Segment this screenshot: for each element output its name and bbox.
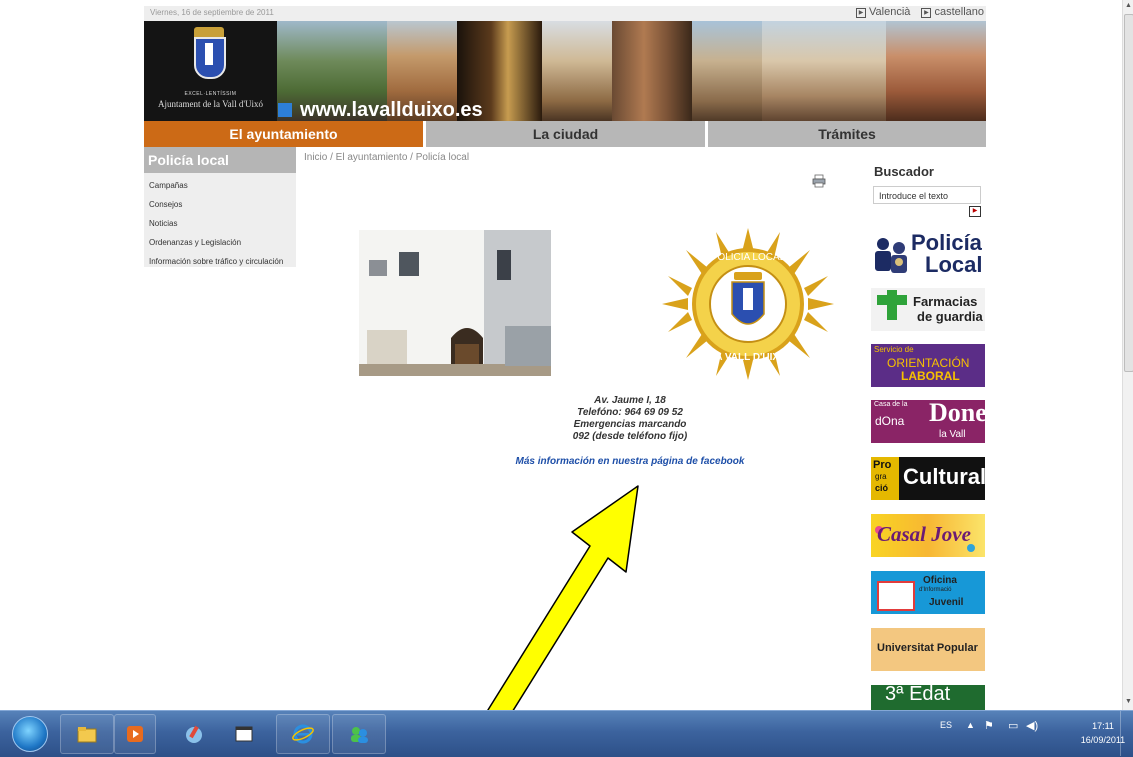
search-input[interactable]: Introduce el texto (873, 186, 981, 204)
banner-photo-square (762, 21, 886, 121)
tower-icon (205, 43, 213, 65)
banner-photo-facade (886, 21, 986, 121)
paint-icon (186, 725, 202, 743)
blue-square-icon (278, 103, 292, 117)
annotation-arrow (477, 485, 639, 739)
play-arrow-icon: ▶ (921, 8, 932, 18)
crown-icon (194, 27, 224, 37)
folder-icon (77, 727, 97, 743)
ad-farmacias[interactable]: Farmacias de guardia (871, 288, 985, 331)
lang-valencian-link[interactable]: Valencià (869, 6, 910, 18)
nav-tab-ciudad[interactable]: La ciudad (426, 121, 705, 147)
police-officers-icon (875, 238, 907, 273)
play-arrow-icon: ▶ (856, 8, 866, 18)
police-station-photo (359, 230, 551, 376)
action-center-icon[interactable]: ⚑ (984, 719, 994, 732)
emergency-text-2: 092 (desde teléfono fijo) (572, 431, 688, 442)
internet-explorer-icon (292, 724, 314, 744)
ad-casal-jove[interactable]: Casal Jove (871, 514, 985, 557)
ad-policia-local[interactable]: Policía Local (871, 232, 985, 275)
windows-taskbar (0, 710, 1133, 757)
left-sidebar: Policía local Campañas Consejos Noticias… (144, 147, 296, 267)
house-icon (877, 581, 915, 611)
media-player-icon (127, 726, 143, 742)
banner-photo-church (542, 21, 612, 121)
top-bar: Viernes, 16 de septiembre de 2011 ▶ Valen… (144, 6, 986, 21)
badge-top-text: POLICIA LOCAL (711, 252, 786, 263)
crest-caption: Ajuntament de la Vall d'Uixó (158, 99, 263, 109)
section-title: Policía local (144, 147, 296, 173)
ad-orientacion-laboral[interactable]: Servicio de ORIENTACIÓN LABORAL (871, 344, 985, 387)
start-button-icon[interactable] (12, 716, 48, 752)
show-hidden-icons-icon[interactable]: ▲ (966, 720, 975, 730)
emergency-text-1: Emergencias marcando (573, 419, 687, 430)
taskbar-ie-button[interactable] (276, 714, 330, 754)
current-date: Viernes, 16 de septiembre de 2011 (150, 8, 274, 17)
sidebar-item-consejos[interactable]: Consejos (149, 200, 182, 209)
sidebar-item-trafico[interactable]: Información sobre tráfico y circulación (149, 257, 283, 266)
breadcrumb[interactable]: Inicio / El ayuntamiento / Policía local (304, 152, 469, 163)
input-language[interactable]: ES (940, 720, 952, 730)
search-submit-icon[interactable]: ▶ (969, 206, 981, 217)
facebook-link[interactable]: Más información en nuestra página de fac… (470, 456, 790, 467)
crest-caption-top: EXCEL·LENTÍSSIM (184, 91, 237, 97)
header-banner: EXCEL·LENTÍSSIM Ajuntament de la Vall d'… (144, 21, 986, 121)
scroll-down-icon[interactable]: ▼ (1125, 698, 1132, 705)
lang-castilian-link[interactable]: castellano (934, 6, 984, 18)
scrollbar-thumb[interactable] (1124, 14, 1133, 372)
banner-photo-tower (692, 21, 762, 121)
badge-bottom-text: LA VALL D'UIXO (709, 352, 787, 363)
banner-photo-pottery (612, 21, 692, 121)
show-desktop-button[interactable] (1120, 711, 1133, 756)
city-crest-logo[interactable]: EXCEL·LENTÍSSIM Ajuntament de la Vall d'… (144, 21, 277, 121)
taskbar-explorer-button[interactable] (60, 714, 114, 754)
ad-tercera-edat[interactable]: 3ª Edat (871, 685, 985, 710)
ad-casa-dona[interactable]: Casa de la dOna Dones la Vall (871, 400, 985, 443)
taskbar-media-button[interactable] (114, 714, 156, 754)
language-switcher: ▶ Valencià ▶ castellano (848, 6, 984, 18)
main-nav: El ayuntamiento La ciudad Trámites (144, 121, 986, 147)
nav-tab-ayuntamiento[interactable]: El ayuntamiento (144, 121, 423, 147)
search-title: Buscador (874, 164, 934, 179)
sidebar-item-noticias[interactable]: Noticias (149, 219, 177, 228)
ad-oficina-juvenil[interactable]: Oficina d'Informació Juvenil (871, 571, 985, 614)
network-icon[interactable]: ▭ (1008, 719, 1018, 732)
taskbar-paint-button[interactable] (172, 714, 218, 754)
window-icon (235, 726, 253, 742)
scroll-up-icon[interactable]: ▲ (1125, 2, 1132, 9)
ad-universitat-popular[interactable]: Universitat Popular (871, 628, 985, 671)
printer-icon[interactable] (812, 174, 826, 188)
police-badge-logo: POLICIA LOCAL LA VALL D'UIXO (662, 228, 834, 380)
address-text: Av. Jaume I, 18 (594, 395, 666, 406)
phone-text: Telefóno: 964 69 09 52 (577, 407, 683, 418)
taskbar-messenger-button[interactable] (332, 714, 386, 754)
nav-tab-tramites[interactable]: Trámites (708, 121, 986, 147)
taskbar-window-button[interactable] (222, 714, 268, 754)
ad-programacio-cultural[interactable]: Pro gra ció Cultural (871, 457, 985, 500)
sidebar-item-ordenanzas[interactable]: Ordenanzas y Legislación (149, 238, 241, 247)
volume-icon[interactable]: ◀) (1026, 719, 1038, 732)
messenger-icon (351, 727, 368, 743)
sidebar-item-campanas[interactable]: Campañas (149, 181, 188, 190)
site-url: www.lavallduixo.es (278, 99, 483, 121)
page-scrollbar[interactable]: ▲ ▼ (1122, 0, 1133, 710)
